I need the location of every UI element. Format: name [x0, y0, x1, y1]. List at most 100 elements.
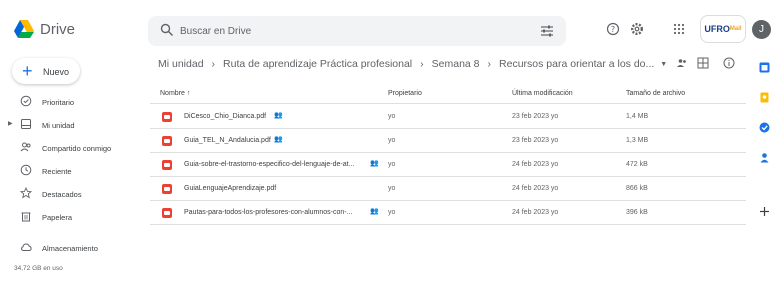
- file-owner: yo: [388, 161, 396, 168]
- file-name: Guia-sobre-el-trastorno-especifico-del-l…: [184, 161, 355, 168]
- file-modified: 24 feb 2023 yo: [512, 209, 559, 216]
- file-size: 472 kB: [626, 161, 648, 168]
- check-circle-icon: [20, 95, 32, 107]
- search-options-icon[interactable]: [540, 24, 554, 38]
- sidebar-item-label: Almacenamiento: [42, 244, 98, 253]
- breadcrumb-item[interactable]: Ruta de aprendizaje Práctica profesional: [223, 58, 412, 70]
- sidebar-item-reciente[interactable]: Reciente: [0, 161, 148, 181]
- column-header-name[interactable]: Nombre ↑: [160, 90, 190, 97]
- sidebar-item-label: Prioritario: [42, 98, 75, 107]
- file-row[interactable]: Guia_TEL_N_Andalucia.pdf 👥 yo 23 feb 202…: [150, 129, 746, 153]
- search-bar[interactable]: [148, 16, 566, 46]
- star-icon: [20, 187, 32, 199]
- sidebar-item-label: Destacados: [42, 190, 82, 199]
- column-header-size[interactable]: Tamaño de archivo: [626, 90, 685, 97]
- pdf-icon: [162, 208, 172, 218]
- chevron-down-icon[interactable]: ▼: [660, 61, 667, 68]
- contacts-icon[interactable]: [759, 152, 770, 163]
- file-owner: yo: [388, 113, 396, 120]
- file-owner: yo: [388, 137, 396, 144]
- pdf-icon: [162, 112, 172, 122]
- top-bar: Drive ? UFRO Mail J: [0, 0, 773, 58]
- file-modified: 23 feb 2023 yo: [512, 113, 559, 120]
- people-icon: [20, 142, 31, 152]
- sidebar-item-compartido[interactable]: Compartido conmigo: [0, 138, 148, 158]
- calendar-icon[interactable]: [759, 62, 770, 73]
- sidebar-item-destacados[interactable]: Destacados: [0, 184, 148, 204]
- drive-icon: [21, 119, 31, 129]
- file-owner: yo: [388, 185, 396, 192]
- keep-icon[interactable]: [759, 92, 770, 103]
- storage-usage: 34,72 GB en uso: [14, 265, 63, 272]
- breadcrumb-item-current[interactable]: Recursos para orientar a los do...: [499, 58, 654, 70]
- file-size: 866 kB: [626, 185, 648, 192]
- trash-icon: [21, 212, 31, 222]
- info-icon[interactable]: [723, 57, 735, 69]
- file-name: DiCesco_Chio_Dianca.pdf: [184, 113, 267, 120]
- shared-icon: 👥: [274, 112, 283, 119]
- column-header-owner[interactable]: Propietario: [388, 90, 422, 97]
- breadcrumb: Mi unidad › Ruta de aprendizaje Práctica…: [158, 55, 667, 73]
- sidebar-item-label: Compartido conmigo: [42, 144, 112, 153]
- org-badge-text: UFRO: [704, 24, 730, 34]
- settings-icon[interactable]: [630, 22, 644, 36]
- drive-logo[interactable]: Drive: [14, 20, 75, 38]
- file-name: Pautas-para-todos-los-profesores-con-alu…: [184, 209, 353, 216]
- file-row[interactable]: Guia-sobre-el-trastorno-especifico-del-l…: [150, 153, 746, 177]
- sidebar-item-label: Papelera: [42, 213, 73, 222]
- clock-icon: [20, 164, 32, 176]
- file-modified: 24 feb 2023 yo: [512, 161, 559, 168]
- search-icon[interactable]: [160, 23, 174, 37]
- side-panel-rail: [756, 58, 773, 293]
- shared-icon: 👥: [274, 136, 283, 143]
- help-icon[interactable]: ?: [606, 22, 620, 36]
- shared-icon: 👥: [370, 208, 379, 215]
- chevron-right-icon: ›: [420, 58, 424, 70]
- sidebar-item-label: Reciente: [42, 167, 72, 176]
- sidebar-item-mi-unidad[interactable]: ▶ Mi unidad: [0, 115, 148, 135]
- new-button-label: Nuevo: [43, 67, 70, 77]
- file-modified: 23 feb 2023 yo: [512, 137, 559, 144]
- sidebar-item-label: Mi unidad: [42, 121, 75, 130]
- arrow-up-icon[interactable]: ↑: [187, 90, 191, 97]
- file-name: Guia_TEL_N_Andalucia.pdf: [184, 137, 271, 144]
- pdf-icon: [162, 136, 172, 146]
- file-modified: 24 feb 2023 yo: [512, 185, 559, 192]
- cloud-icon: [21, 243, 32, 251]
- sidebar-item-papelera[interactable]: Papelera: [0, 207, 148, 227]
- drive-logo-icon: [14, 20, 34, 38]
- app-name: Drive: [40, 20, 76, 38]
- file-name: GuiaLenguajeAprendizaje.pdf: [184, 185, 277, 192]
- file-row[interactable]: Pautas-para-todos-los-profesores-con-alu…: [150, 201, 746, 225]
- pdf-icon: [162, 160, 172, 170]
- svg-text:?: ?: [611, 25, 615, 34]
- shared-icon: 👥: [370, 160, 379, 167]
- breadcrumb-item[interactable]: Mi unidad: [158, 58, 204, 70]
- breadcrumb-item[interactable]: Semana 8: [432, 58, 480, 70]
- file-size: 396 kB: [626, 209, 648, 216]
- tasks-icon[interactable]: [759, 122, 770, 133]
- file-owner: yo: [388, 209, 396, 216]
- apps-grid-icon[interactable]: [672, 22, 686, 36]
- plus-icon: +: [22, 61, 33, 81]
- chevron-right-icon: ›: [487, 58, 492, 70]
- sidebar-item-prioritario[interactable]: Prioritario: [0, 92, 148, 112]
- new-button[interactable]: + Nuevo: [12, 58, 80, 84]
- share-people-icon[interactable]: [676, 57, 688, 69]
- pdf-icon: [162, 184, 172, 194]
- file-size: 1,3 MB: [626, 137, 649, 144]
- add-addon-icon[interactable]: [759, 206, 770, 217]
- account-avatar[interactable]: J: [752, 20, 771, 39]
- org-badge-subtext: Mail: [729, 26, 742, 32]
- sidebar-item-almacenamiento[interactable]: Almacenamiento: [0, 238, 148, 258]
- chevron-right-icon: ›: [211, 58, 216, 70]
- organization-badge[interactable]: UFRO Mail: [700, 15, 746, 43]
- expand-caret-icon[interactable]: ▶: [8, 120, 13, 127]
- grid-view-icon[interactable]: [697, 57, 709, 69]
- search-input[interactable]: [180, 16, 510, 46]
- column-header-modified[interactable]: Última modificación: [512, 90, 573, 97]
- file-row[interactable]: DiCesco_Chio_Dianca.pdf 👥 yo 23 feb 2023…: [150, 105, 746, 129]
- file-row[interactable]: GuiaLenguajeAprendizaje.pdf yo 24 feb 20…: [150, 177, 746, 201]
- file-size: 1,4 MB: [626, 113, 649, 120]
- file-list-header: Nombre ↑ Propietario Última modificación…: [150, 84, 746, 104]
